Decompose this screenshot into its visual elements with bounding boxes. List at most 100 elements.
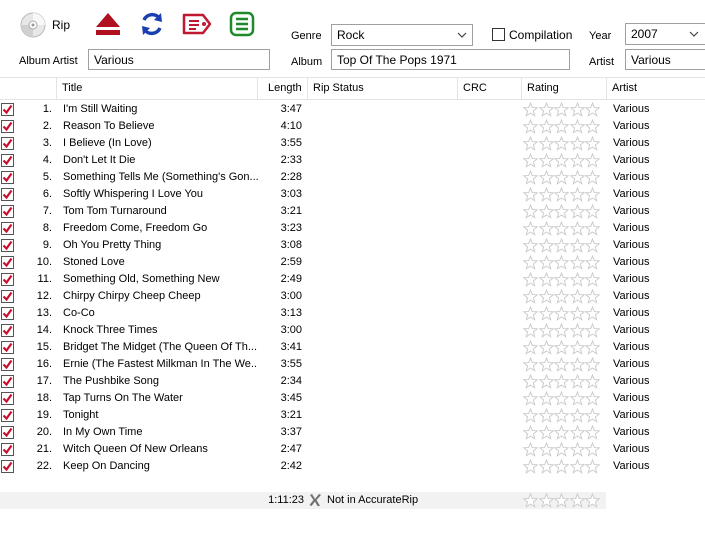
star-outline-icon[interactable] [554,493,570,508]
star-outline-icon[interactable] [523,170,538,185]
track-checkbox[interactable] [1,137,14,150]
star-outline-icon[interactable] [538,136,554,151]
star-outline-icon[interactable] [538,340,554,355]
track-title[interactable]: Bridget The Midget (The Queen Of Th... [63,341,258,353]
track-title[interactable]: Softly Whispering I Love You [63,188,258,200]
track-title[interactable]: Reason To Believe [63,120,258,132]
track-rating[interactable] [523,442,601,457]
star-outline-icon[interactable] [585,272,601,287]
star-outline-icon[interactable] [538,306,554,321]
star-outline-icon[interactable] [554,357,570,372]
star-outline-icon[interactable] [585,323,601,338]
star-outline-icon[interactable] [523,391,538,406]
track-title[interactable]: Tap Turns On The Water [63,392,258,404]
star-outline-icon[interactable] [523,408,538,423]
track-checkbox[interactable] [1,171,14,184]
star-outline-icon[interactable] [569,408,585,423]
star-outline-icon[interactable] [538,374,554,389]
star-outline-icon[interactable] [569,374,585,389]
track-title[interactable]: Chirpy Chirpy Cheep Cheep [63,290,258,302]
star-outline-icon[interactable] [569,255,585,270]
star-outline-icon[interactable] [585,357,601,372]
track-artist[interactable]: Various [613,205,649,217]
star-outline-icon[interactable] [523,493,538,508]
star-outline-icon[interactable] [554,408,570,423]
eject-button[interactable] [94,10,122,38]
track-title[interactable]: Tom Tom Turnaround [63,205,258,217]
track-rating[interactable] [523,221,601,236]
star-outline-icon[interactable] [585,340,601,355]
track-title[interactable]: Ernie (The Fastest Milkman In The We... [63,358,258,370]
star-outline-icon[interactable] [554,221,570,236]
table-row[interactable]: 16. Ernie (The Fastest Milkman In The We.… [0,356,705,373]
star-outline-icon[interactable] [538,425,554,440]
star-outline-icon[interactable] [585,153,601,168]
star-outline-icon[interactable] [585,374,601,389]
star-outline-icon[interactable] [538,204,554,219]
track-checkbox[interactable] [1,392,14,405]
track-rating[interactable] [523,306,601,321]
track-artist[interactable]: Various [613,120,649,132]
table-row[interactable]: 4. Don't Let It Die 2:33 Various [0,152,705,169]
star-outline-icon[interactable] [569,425,585,440]
column-header-rip-status[interactable]: Rip Status [308,78,458,99]
star-outline-icon[interactable] [569,272,585,287]
track-rating[interactable] [523,374,601,389]
star-outline-icon[interactable] [554,119,570,134]
star-outline-icon[interactable] [538,493,554,508]
star-outline-icon[interactable] [523,204,538,219]
star-outline-icon[interactable] [554,391,570,406]
star-outline-icon[interactable] [554,374,570,389]
table-row[interactable]: 11. Something Old, Something New 2:49 Vario… [0,271,705,288]
star-outline-icon[interactable] [554,187,570,202]
track-checkbox[interactable] [1,426,14,439]
track-artist[interactable]: Various [613,307,649,319]
star-outline-icon[interactable] [554,136,570,151]
table-row[interactable]: 22. Keep On Dancing 2:42 Various [0,458,705,475]
track-title[interactable]: Something Old, Something New [63,273,258,285]
track-rating[interactable] [523,289,601,304]
column-header-length[interactable]: Length [258,78,308,99]
track-rating[interactable] [523,459,601,474]
star-outline-icon[interactable] [554,323,570,338]
star-outline-icon[interactable] [554,272,570,287]
star-outline-icon[interactable] [538,153,554,168]
track-title[interactable]: Knock Three Times [63,324,258,336]
star-outline-icon[interactable] [585,459,601,474]
track-checkbox[interactable] [1,443,14,456]
track-artist[interactable]: Various [613,375,649,387]
table-row[interactable]: 21. Witch Queen Of New Orleans 2:47 Various [0,441,705,458]
star-outline-icon[interactable] [538,238,554,253]
star-outline-icon[interactable] [585,238,601,253]
star-outline-icon[interactable] [523,136,538,151]
star-outline-icon[interactable] [523,153,538,168]
track-rating[interactable] [523,170,601,185]
star-outline-icon[interactable] [569,391,585,406]
track-checkbox[interactable] [1,103,14,116]
star-outline-icon[interactable] [523,459,538,474]
star-outline-icon[interactable] [569,119,585,134]
star-outline-icon[interactable] [569,153,585,168]
track-rating[interactable] [523,425,601,440]
track-rating[interactable] [523,153,601,168]
track-artist[interactable]: Various [613,103,649,115]
star-outline-icon[interactable] [554,306,570,321]
track-artist[interactable]: Various [613,409,649,421]
track-artist[interactable]: Various [613,137,649,149]
star-outline-icon[interactable] [585,255,601,270]
star-outline-icon[interactable] [585,289,601,304]
column-header-select[interactable] [0,78,57,99]
track-checkbox[interactable] [1,460,14,473]
track-artist[interactable]: Various [613,358,649,370]
star-outline-icon[interactable] [523,272,538,287]
star-outline-icon[interactable] [523,306,538,321]
track-rating[interactable] [523,102,601,117]
star-outline-icon[interactable] [569,221,585,236]
star-outline-icon[interactable] [554,255,570,270]
track-artist[interactable]: Various [613,273,649,285]
star-outline-icon[interactable] [523,221,538,236]
track-artist[interactable]: Various [613,392,649,404]
star-outline-icon[interactable] [585,102,601,117]
star-outline-icon[interactable] [569,493,585,508]
star-outline-icon[interactable] [554,340,570,355]
